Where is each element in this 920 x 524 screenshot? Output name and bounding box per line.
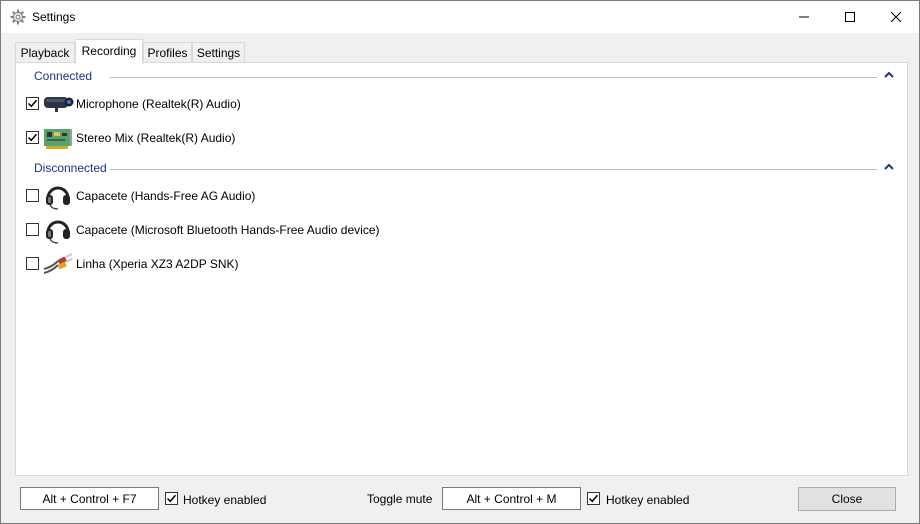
maximize-button[interactable]: [827, 1, 873, 33]
hotkey-enabled-checkbox[interactable]: [587, 492, 600, 505]
sound-card-icon: [42, 123, 74, 153]
device-row[interactable]: Linha (Xperia XZ3 A2DP SNK): [16, 249, 907, 279]
group-label-disconnected: Disconnected: [34, 161, 107, 175]
toggle-mute-label: Toggle mute: [367, 492, 433, 506]
hotkey-enabled-label: Hotkey enabled: [606, 493, 690, 507]
device-row[interactable]: Capacete (Hands-Free AG Audio): [16, 181, 907, 211]
line-in-cable-icon: [42, 249, 74, 279]
device-checkbox[interactable]: [26, 97, 39, 110]
settings-window: Settings Playback Recording Profiles Set…: [0, 0, 920, 524]
device-label: Microphone (Realtek(R) Audio): [76, 97, 241, 111]
tab-recording[interactable]: Recording: [75, 39, 143, 64]
tab-playback[interactable]: Playback: [15, 42, 75, 63]
device-row[interactable]: Microphone (Realtek(R) Audio): [16, 89, 907, 119]
chevron-up-icon[interactable]: [883, 161, 895, 173]
group-divider: [110, 169, 877, 170]
minimize-icon: [799, 16, 809, 18]
window-title: Settings: [32, 10, 76, 24]
device-label: Linha (Xperia XZ3 A2DP SNK): [76, 257, 239, 271]
group-header-connected[interactable]: Connected: [16, 67, 907, 85]
hotkey-enabled-checkbox[interactable]: [165, 492, 178, 505]
close-icon: [891, 12, 901, 22]
device-row[interactable]: Stereo Mix (Realtek(R) Audio): [16, 123, 907, 153]
close-window-button[interactable]: [873, 1, 919, 33]
hotkey-input-primary[interactable]: Alt + Control + F7: [20, 487, 159, 510]
headset-icon: [42, 181, 74, 211]
device-row[interactable]: Capacete (Microsoft Bluetooth Hands-Free…: [16, 215, 907, 245]
hotkey-input-toggle-mute[interactable]: Alt + Control + M: [442, 487, 581, 510]
device-label: Capacete (Hands-Free AG Audio): [76, 189, 256, 203]
chevron-up-icon[interactable]: [883, 69, 895, 81]
device-label: Stereo Mix (Realtek(R) Audio): [76, 131, 236, 145]
minimize-button[interactable]: [781, 1, 827, 33]
headset-icon: [42, 215, 74, 245]
tab-settings[interactable]: Settings: [192, 42, 245, 63]
device-checkbox[interactable]: [26, 131, 39, 144]
title-bar[interactable]: Settings: [1, 1, 919, 33]
tab-profiles[interactable]: Profiles: [143, 42, 192, 63]
group-divider: [110, 77, 877, 78]
close-button[interactable]: Close: [798, 487, 896, 511]
webcam-microphone-icon: [42, 89, 74, 119]
group-header-disconnected[interactable]: Disconnected: [16, 159, 907, 177]
device-label: Capacete (Microsoft Bluetooth Hands-Free…: [76, 223, 380, 237]
maximize-icon: [845, 12, 855, 22]
gear-icon: [10, 9, 26, 25]
device-checkbox[interactable]: [26, 189, 39, 202]
hotkey-enabled-label: Hotkey enabled: [183, 493, 267, 507]
device-checkbox[interactable]: [26, 223, 39, 236]
device-checkbox[interactable]: [26, 257, 39, 270]
recording-panel: Connected Microphone (Realtek(R) Audio): [15, 62, 908, 476]
group-label-connected: Connected: [34, 69, 93, 83]
